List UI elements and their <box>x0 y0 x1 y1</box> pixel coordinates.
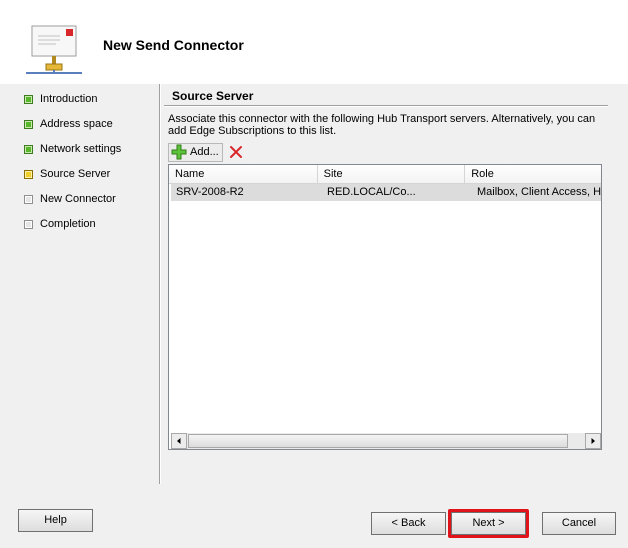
step-current-icon <box>24 170 33 179</box>
step-complete-icon <box>24 145 33 154</box>
section-title: Source Server <box>172 89 254 103</box>
step-label: Address space <box>40 118 113 130</box>
step-label: New Connector <box>40 193 116 205</box>
step-label: Completion <box>40 218 96 230</box>
add-label: Add... <box>190 146 219 158</box>
step-completion: Completion <box>24 217 154 242</box>
server-list[interactable]: Name Site Role SRV-2008-R2 RED.LOCAL/Co.… <box>168 164 602 450</box>
scroll-right-button[interactable] <box>585 433 601 449</box>
column-header-site[interactable]: Site <box>318 165 466 183</box>
step-complete-icon <box>24 120 33 129</box>
next-button[interactable]: Next > <box>451 512 526 535</box>
scroll-left-button[interactable] <box>171 433 187 449</box>
wizard-window: New Send Connector Introduction Address … <box>0 0 628 548</box>
step-pending-icon <box>24 220 33 229</box>
wizard-header: New Send Connector <box>0 0 628 84</box>
step-address-space: Address space <box>24 117 154 142</box>
cancel-button[interactable]: Cancel <box>542 512 616 535</box>
step-label: Network settings <box>40 143 122 155</box>
vertical-divider <box>159 84 161 484</box>
wizard-title: New Send Connector <box>103 37 244 53</box>
green-plus-icon <box>171 144 187 160</box>
cell-name: SRV-2008-R2 <box>176 186 244 198</box>
step-network-settings: Network settings <box>24 142 154 167</box>
step-complete-icon <box>24 95 33 104</box>
step-introduction: Introduction <box>24 92 154 117</box>
step-source-server: Source Server <box>24 167 154 192</box>
step-label: Source Server <box>40 168 111 180</box>
section-description: Associate this connector with the follow… <box>168 113 596 137</box>
column-header-name[interactable]: Name <box>169 165 318 183</box>
scroll-track[interactable] <box>569 433 585 449</box>
server-toolbar: Add... <box>168 142 245 162</box>
column-header-role[interactable]: Role <box>465 165 601 183</box>
back-button[interactable]: < Back <box>371 512 446 535</box>
section-divider <box>164 105 608 107</box>
wizard-steps: Introduction Address space Network setti… <box>24 92 154 242</box>
step-label: Introduction <box>40 93 98 105</box>
red-x-icon <box>229 146 242 158</box>
arrow-left-icon <box>177 438 181 444</box>
add-button[interactable]: Add... <box>168 142 223 162</box>
cell-role: Mailbox, Client Access, Hu <box>477 186 601 198</box>
arrow-right-icon <box>591 438 595 444</box>
list-header: Name Site Role <box>169 165 601 184</box>
table-row[interactable]: SRV-2008-R2 RED.LOCAL/Co... Mailbox, Cli… <box>171 184 601 201</box>
step-pending-icon <box>24 195 33 204</box>
send-connector-icon <box>26 25 82 74</box>
step-new-connector: New Connector <box>24 192 154 217</box>
horizontal-scrollbar[interactable] <box>171 433 601 449</box>
scroll-thumb[interactable] <box>188 434 568 448</box>
remove-button[interactable] <box>227 143 245 161</box>
cell-site: RED.LOCAL/Co... <box>327 186 416 198</box>
help-button[interactable]: Help <box>18 509 93 532</box>
